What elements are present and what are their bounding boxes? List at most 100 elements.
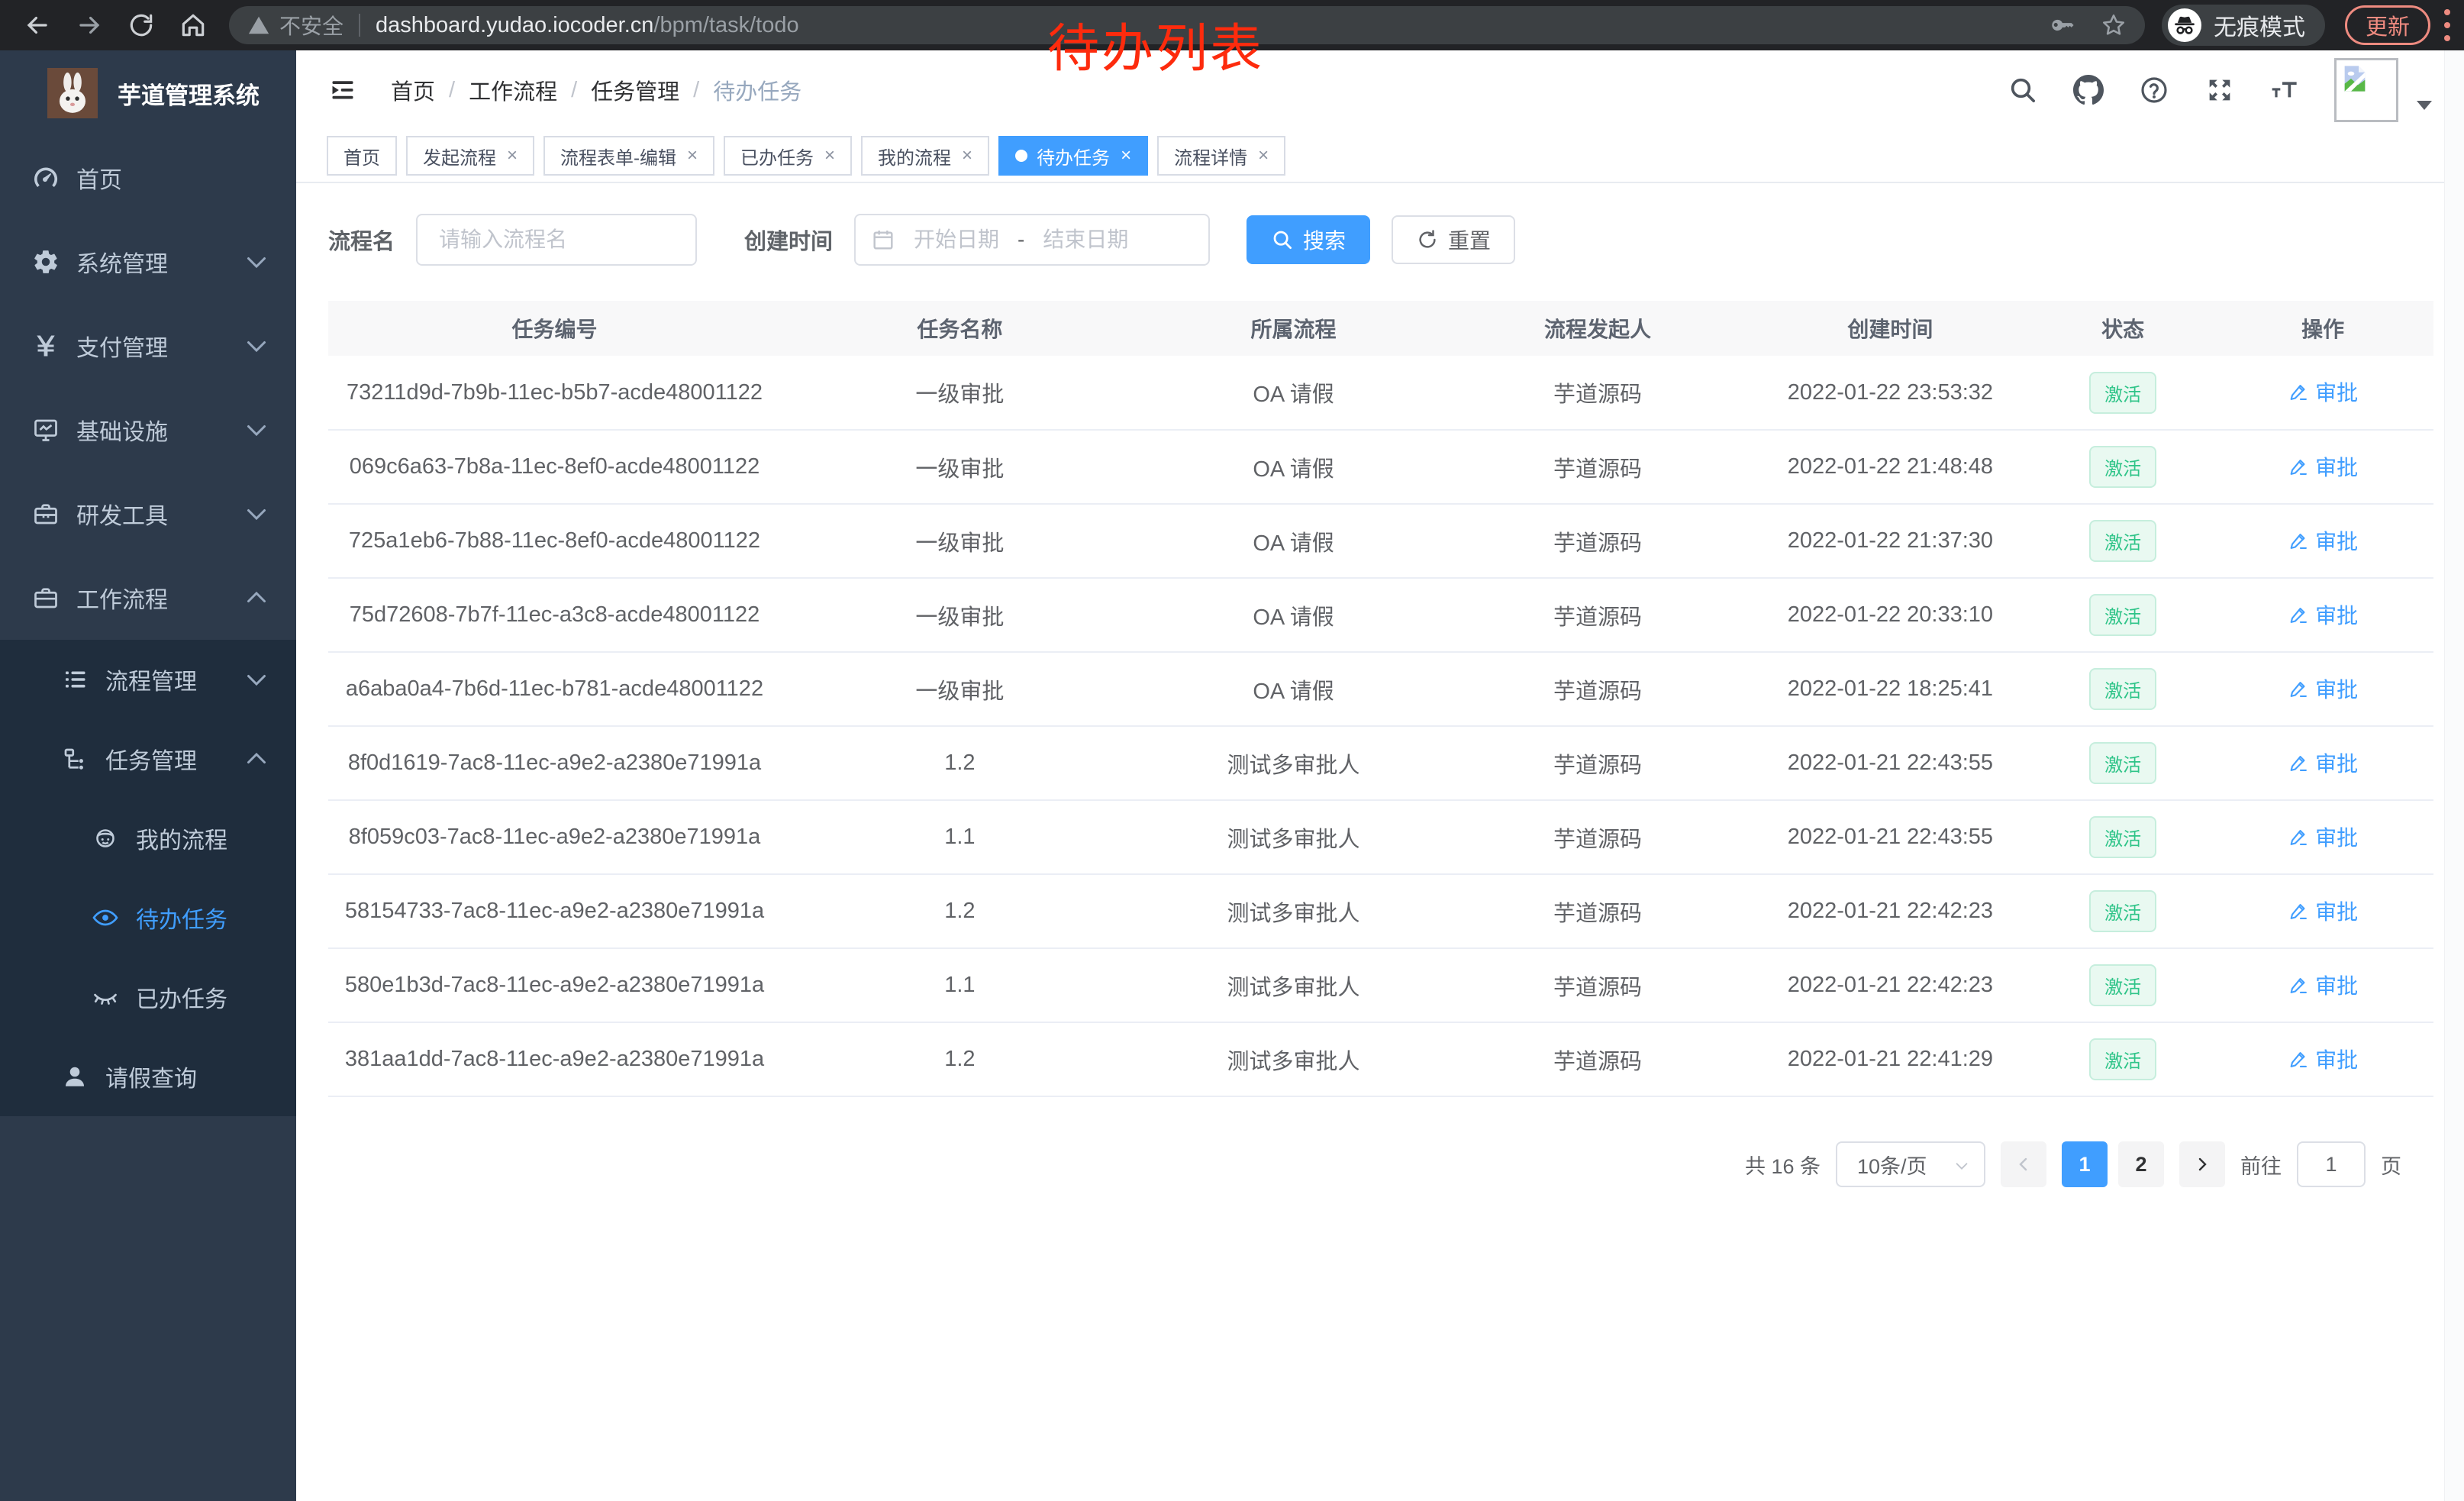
- edit-pencil-icon: [2288, 678, 2309, 699]
- page-number-1[interactable]: 1: [2062, 1141, 2108, 1187]
- column-header: 所属流程: [1139, 301, 1448, 356]
- status-badge: 激活: [2089, 372, 2156, 414]
- edit-pencil-icon: [2288, 826, 2309, 847]
- home-icon[interactable]: [179, 11, 208, 40]
- incognito-icon: [2168, 8, 2201, 42]
- cell-id: 725a1eb6-7b88-11ec-8ef0-acde48001122: [328, 504, 781, 578]
- fullscreen-icon[interactable]: [2204, 75, 2235, 105]
- tab-label: 发起流程: [423, 143, 496, 169]
- approve-link[interactable]: 审批: [2288, 970, 2358, 1000]
- sidebar-item-done-task[interactable]: 已办任务: [0, 957, 296, 1037]
- next-page-button[interactable]: [2179, 1141, 2225, 1187]
- edit-pencil-icon: [2288, 381, 2309, 402]
- tab-已办任务[interactable]: 已办任务×: [724, 136, 852, 176]
- back-icon[interactable]: [23, 11, 52, 40]
- font-size-icon[interactable]: [2270, 75, 2301, 105]
- prev-page-button[interactable]: [2001, 1141, 2046, 1187]
- sidebar-item-pay[interactable]: 支付管理: [0, 304, 296, 388]
- table-header-row: 任务编号任务名称所属流程流程发起人创建时间状态操作: [328, 301, 2433, 356]
- tab-close-icon[interactable]: ×: [687, 147, 698, 165]
- breadcrumb-item[interactable]: 工作流程: [469, 74, 557, 106]
- reset-button[interactable]: 重置: [1392, 215, 1515, 264]
- list-icon: [61, 666, 89, 693]
- date-separator: -: [1018, 228, 1024, 252]
- approve-link[interactable]: 审批: [2288, 822, 2358, 852]
- password-key-icon[interactable]: [2049, 12, 2075, 38]
- approve-link[interactable]: 审批: [2288, 376, 2358, 407]
- breadcrumb: 首页/工作流程/任务管理/待办任务: [391, 74, 801, 106]
- annotation-overlay: 待办列表: [1047, 6, 1264, 82]
- cell-starter: 芋道源码: [1448, 874, 1747, 948]
- approve-link[interactable]: 审批: [2288, 1044, 2358, 1074]
- omnibox-divider: [359, 14, 360, 37]
- search-button[interactable]: 搜索: [1247, 215, 1370, 264]
- sidebar-item-leave-query[interactable]: 请假查询: [0, 1037, 296, 1116]
- sidebar-item-system[interactable]: 系统管理: [0, 220, 296, 304]
- tab-流程详情[interactable]: 流程详情 ×: [1157, 136, 1285, 176]
- robot-icon: [92, 825, 119, 852]
- sidebar-item-home[interactable]: 首页: [0, 136, 296, 220]
- end-date-input[interactable]: [1024, 228, 1147, 252]
- sidebar-item-task-mgmt[interactable]: 任务管理: [0, 719, 296, 799]
- tab-待办任务[interactable]: 待办任务×: [998, 136, 1148, 176]
- approve-link[interactable]: 审批: [2288, 451, 2358, 482]
- tab-close-icon[interactable]: ×: [1121, 147, 1131, 165]
- sidebar-item-infra[interactable]: 基础设施: [0, 388, 296, 472]
- breadcrumb-separator: /: [449, 78, 455, 103]
- cell-name: 1.2: [781, 726, 1139, 800]
- forward-icon[interactable]: [75, 11, 104, 40]
- process-name-input[interactable]: [416, 214, 697, 266]
- chevron-right-icon: [2193, 1155, 2211, 1173]
- sidebar-item-devtool[interactable]: 研发工具: [0, 472, 296, 556]
- approve-link[interactable]: 审批: [2288, 747, 2358, 778]
- cell-process: OA 请假: [1139, 504, 1448, 578]
- tab-我的流程[interactable]: 我的流程×: [861, 136, 989, 176]
- search-icon[interactable]: [2008, 75, 2038, 105]
- cell-starter: 芋道源码: [1448, 1022, 1747, 1096]
- start-date-input[interactable]: [895, 228, 1018, 252]
- page-size-select[interactable]: 10条/页: [1836, 1141, 1985, 1187]
- approve-link[interactable]: 审批: [2288, 599, 2358, 630]
- tab-close-icon[interactable]: ×: [962, 147, 972, 165]
- avatar[interactable]: [2334, 58, 2398, 122]
- goto-page-suffix: 页: [2381, 1150, 2401, 1180]
- chevron-up-icon: [243, 584, 270, 612]
- breadcrumb-item[interactable]: 任务管理: [591, 74, 679, 106]
- tab-close-icon[interactable]: ×: [1258, 147, 1269, 165]
- approve-link[interactable]: 审批: [2288, 896, 2358, 926]
- app-logo-row[interactable]: 芋道管理系统: [0, 50, 296, 136]
- sidebar-item-process-mgmt[interactable]: 流程管理: [0, 640, 296, 719]
- cell-process: 测试多审批人: [1139, 800, 1448, 874]
- help-icon[interactable]: [2139, 75, 2169, 105]
- approve-link[interactable]: 审批: [2288, 525, 2358, 556]
- goto-page-input[interactable]: [2297, 1141, 2366, 1187]
- page-number-2[interactable]: 2: [2118, 1141, 2164, 1187]
- cell-time: 2022-01-22 23:53:32: [1747, 356, 2033, 430]
- date-range-picker[interactable]: -: [854, 214, 1210, 266]
- sidebar-item-todo-task[interactable]: 待办任务: [0, 878, 296, 957]
- page-scrollbar[interactable]: [2444, 50, 2464, 1501]
- table-row: 069c6a63-7b8a-11ec-8ef0-acde48001122一级审批…: [328, 430, 2433, 504]
- browser-menu-icon[interactable]: [2444, 9, 2450, 41]
- table-row: 75d72608-7b7f-11ec-a3c8-acde48001122一级审批…: [328, 578, 2433, 652]
- sidebar-item-workflow[interactable]: 工作流程: [0, 556, 296, 640]
- tab-close-icon[interactable]: ×: [507, 147, 518, 165]
- sidebar-collapse-icon[interactable]: [327, 76, 359, 104]
- tab-首页[interactable]: 首页: [327, 136, 397, 176]
- search-button-label: 搜索: [1303, 224, 1346, 255]
- approve-link[interactable]: 审批: [2288, 673, 2358, 704]
- tab-流程表单-编辑[interactable]: 流程表单-编辑×: [543, 136, 714, 176]
- app-title: 芋道管理系统: [118, 76, 260, 111]
- avatar-dropdown-caret-icon[interactable]: [2415, 98, 2433, 113]
- sidebar-item-label: 流程管理: [105, 663, 197, 696]
- bookmark-star-icon[interactable]: [2101, 12, 2127, 38]
- reload-icon[interactable]: [127, 11, 156, 40]
- github-icon[interactable]: [2073, 75, 2104, 105]
- cell-name: 一级审批: [781, 652, 1139, 726]
- update-button[interactable]: 更新: [2345, 5, 2430, 45]
- tab-发起流程[interactable]: 发起流程 ×: [406, 136, 534, 176]
- breadcrumb-item[interactable]: 首页: [391, 74, 435, 106]
- tab-close-icon[interactable]: ×: [824, 147, 835, 165]
- tab-label: 流程详情: [1174, 143, 1247, 169]
- sidebar-item-my-process[interactable]: 我的流程: [0, 799, 296, 878]
